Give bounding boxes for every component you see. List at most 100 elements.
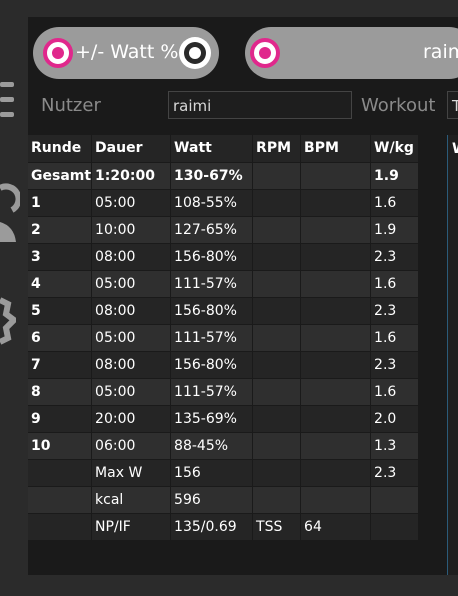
table-header-row: Runde Dauer Watt RPM BPM W/kg (28, 135, 420, 163)
table-cell: 2.0 (370, 405, 420, 433)
table-cell: 05:00 (91, 270, 172, 298)
table-row[interactable]: 9 20:00 135-69% 2.0 (28, 405, 420, 433)
table-row[interactable]: 5 08:00 156-80% 2.3 (28, 297, 420, 325)
table-cell: 1.6 (370, 189, 420, 217)
table-cell (300, 378, 372, 406)
table-cell (28, 486, 93, 514)
table-cell: 10:00 (91, 216, 172, 244)
user-label: Nutzer (41, 95, 101, 116)
watt-percent-label: +/- Watt % (75, 41, 179, 63)
table-row-total[interactable]: Gesamt 1:20:00 130-67% 1.9 (28, 162, 420, 190)
table-cell (300, 162, 372, 190)
table-cell (300, 189, 372, 217)
table-row[interactable]: 7 08:00 156-80% 2.3 (28, 351, 420, 379)
table-cell (300, 405, 372, 433)
table-cell: 111-57% (170, 270, 254, 298)
table-cell (28, 459, 93, 487)
table-row-np-if[interactable]: NP/IF 135/0.69 TSS 64 (28, 513, 420, 541)
table-cell: 1.6 (370, 378, 420, 406)
table-cell (300, 459, 372, 487)
table-cell: 3 (28, 243, 93, 271)
table-row-max-watt[interactable]: Max W 156 2.3 (28, 459, 420, 487)
col-header-wkg[interactable]: W/kg (370, 135, 420, 163)
table-cell (252, 270, 302, 298)
table-cell: 9 (28, 405, 93, 433)
table-cell: Max W (91, 459, 172, 487)
user-input[interactable]: raimi (168, 91, 352, 119)
table-row[interactable]: 1 05:00 108-55% 1.6 (28, 189, 420, 217)
radio-unselected-icon[interactable] (179, 37, 211, 69)
table-cell: 05:00 (91, 189, 172, 217)
table-cell: 156-80% (170, 243, 254, 271)
table-cell: 156-80% (170, 351, 254, 379)
table-cell: 135-69% (170, 405, 254, 433)
table-cell: 4 (28, 270, 93, 298)
lap-table: Runde Dauer Watt RPM BPM W/kg Gesamt 1:2… (28, 135, 420, 541)
table-cell: 2.3 (370, 297, 420, 325)
col-header-rpm[interactable]: RPM (252, 135, 302, 163)
table-cell: Gesamt (28, 162, 93, 190)
table-cell: 111-57% (170, 324, 254, 352)
table-cell (370, 486, 420, 514)
user-toggle[interactable]: raimi (245, 27, 458, 79)
table-cell: 88-45% (170, 432, 254, 460)
table-cell: 127-65% (170, 216, 254, 244)
table-row[interactable]: 4 05:00 111-57% 1.6 (28, 270, 420, 298)
workout-label: Workout (361, 95, 436, 116)
table-cell: 6 (28, 324, 93, 352)
table-cell (252, 162, 302, 190)
table-cell (300, 324, 372, 352)
col-header-watt[interactable]: Watt (170, 135, 254, 163)
table-cell: 08:00 (91, 297, 172, 325)
table-cell (300, 297, 372, 325)
col-header-duration[interactable]: Dauer (91, 135, 172, 163)
table-cell: 1 (28, 189, 93, 217)
table-cell: 111-57% (170, 378, 254, 406)
table-cell (28, 513, 93, 541)
user-icon[interactable] (0, 180, 20, 246)
table-cell: 10 (28, 432, 93, 460)
table-cell: 05:00 (91, 378, 172, 406)
table-cell (252, 486, 302, 514)
table-cell: 05:00 (91, 324, 172, 352)
menu-icon[interactable] (0, 80, 14, 120)
table-cell: kcal (91, 486, 172, 514)
radio-selected-icon[interactable] (43, 38, 73, 68)
table-cell (252, 243, 302, 271)
col-header-round[interactable]: Runde (28, 135, 93, 163)
table-cell: 64 (300, 513, 372, 541)
table-cell: 156 (170, 459, 254, 487)
table-row[interactable]: 2 10:00 127-65% 1.9 (28, 216, 420, 244)
table-cell (252, 351, 302, 379)
table-row[interactable]: 3 08:00 156-80% 2.3 (28, 243, 420, 271)
table-cell: 8 (28, 378, 93, 406)
workout-input[interactable]: T (447, 91, 458, 119)
table-cell (252, 432, 302, 460)
table-row[interactable]: 8 05:00 111-57% 1.6 (28, 378, 420, 406)
table-cell: 08:00 (91, 243, 172, 271)
col-header-bpm[interactable]: BPM (300, 135, 372, 163)
table-cell: 5 (28, 297, 93, 325)
table-cell: 1.9 (370, 162, 420, 190)
table-cell: 596 (170, 486, 254, 514)
table-cell: 156-80% (170, 297, 254, 325)
table-cell (252, 297, 302, 325)
table-row[interactable]: 10 06:00 88-45% 1.3 (28, 432, 420, 460)
table-cell (252, 189, 302, 217)
table-cell (252, 405, 302, 433)
table-cell: 135/0.69 (170, 513, 254, 541)
table-cell: 20:00 (91, 405, 172, 433)
table-cell: 1.9 (370, 216, 420, 244)
table-cell: 1:20:00 (91, 162, 172, 190)
table-row[interactable]: 6 05:00 111-57% 1.6 (28, 324, 420, 352)
radio-selected-icon[interactable] (250, 38, 280, 68)
table-cell: 2.3 (370, 351, 420, 379)
watt-percent-toggle[interactable]: +/- Watt % (33, 27, 219, 79)
table-cell (300, 432, 372, 460)
table-row-kcal[interactable]: kcal 596 (28, 486, 420, 514)
table-cell: 1.6 (370, 324, 420, 352)
table-cell (370, 513, 420, 541)
left-sidebar (0, 0, 28, 596)
gear-icon[interactable] (0, 290, 16, 360)
table-cell (252, 378, 302, 406)
